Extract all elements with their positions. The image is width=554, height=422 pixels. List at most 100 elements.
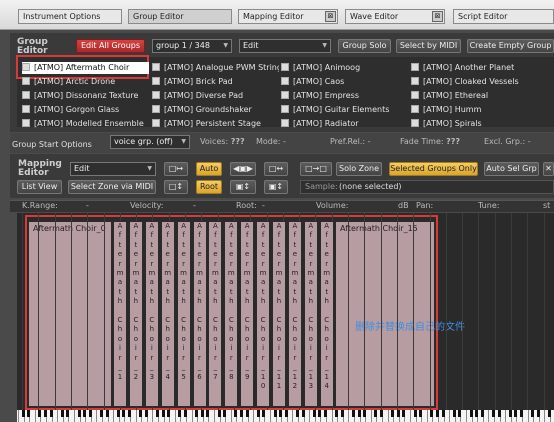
black-key[interactable] [363,410,367,417]
zone-strip[interactable]: Aftermath Ch o i r _ 1 1 [272,221,286,407]
black-key[interactable] [318,410,322,417]
checkbox[interactable] [22,91,30,99]
velocity-spread-icon[interactable]: □↕ [164,180,188,194]
black-key[interactable] [223,410,227,417]
close-icon[interactable]: ⊠ [432,11,443,22]
list-view-button[interactable]: List View [17,180,62,194]
black-key[interactable] [413,410,417,417]
checkbox[interactable] [22,63,30,71]
group-item[interactable]: [ATMO] Spirals [411,118,554,130]
black-key[interactable] [357,410,361,417]
black-key[interactable] [38,410,42,417]
checkbox[interactable] [22,119,30,127]
black-key[interactable] [77,410,81,417]
group-item[interactable]: [ATMO] Brick Pad [152,76,279,88]
group-select-dropdown[interactable]: group 1 / 348 [152,39,232,53]
close-icon[interactable]: ✕ [543,162,554,176]
black-key[interactable] [475,410,479,417]
group-item[interactable]: [ATMO] Ethereal [411,90,554,102]
selected-groups-only-button[interactable]: Selected Groups Only [389,162,478,176]
black-key[interactable] [296,410,299,417]
tab-script-editor[interactable]: Script Editor [453,9,554,24]
black-key[interactable] [200,410,204,417]
move-horizontal-icon[interactable]: ◀▣▶ [230,162,256,176]
checkbox[interactable] [281,105,289,113]
zone-link-icon[interactable]: □→□ [300,162,332,176]
checkbox[interactable] [281,119,289,127]
black-key[interactable] [144,410,148,417]
checkbox[interactable] [281,63,289,71]
black-key[interactable] [217,410,221,417]
black-key[interactable] [206,410,210,417]
black-key[interactable] [402,410,406,417]
black-key[interactable] [245,410,249,417]
black-key[interactable] [492,410,495,417]
tab-group-editor[interactable]: Group Editor [128,9,232,24]
group-item[interactable]: [ATMO] Radiator [281,118,408,130]
black-key[interactable] [531,410,535,417]
tab-wave-editor[interactable]: Wave Editor ⊠ [345,9,445,24]
black-key[interactable] [88,410,92,417]
zone-strip[interactable]: Aftermath Ch o i r _ 1 [113,221,127,407]
black-key[interactable] [396,410,400,417]
black-key[interactable] [374,410,378,417]
zone-strip[interactable]: Aftermath Ch o i r _ 1 2 [287,221,302,407]
black-key[interactable] [312,410,316,417]
black-key[interactable] [391,410,395,417]
black-key[interactable] [352,410,355,417]
zone-strip[interactable]: Aftermath Ch o i r _ 1 3 [303,221,318,407]
group-item[interactable]: [ATMO] Aftermath Choir [22,62,149,74]
black-key[interactable] [44,410,47,417]
black-key[interactable] [480,410,484,417]
black-key[interactable] [262,410,266,417]
group-item[interactable]: [ATMO] Analogue PWM String [152,62,279,74]
solo-zone-button[interactable]: Solo Zone [336,162,382,176]
close-icon[interactable]: ⊠ [325,11,336,22]
black-key[interactable] [469,410,473,417]
zone-strip[interactable]: Aftermath Ch o i r _ 7 [208,221,223,407]
group-item[interactable]: [ATMO] Modelled Ensemble [22,118,149,130]
black-key[interactable] [240,410,243,417]
black-key[interactable] [324,410,327,417]
checkbox[interactable] [152,105,160,113]
black-key[interactable] [548,410,551,417]
black-key[interactable] [178,410,182,417]
expand-vertical-icon[interactable]: ▣↕ [264,180,288,194]
black-key[interactable] [458,410,462,417]
root-button[interactable]: Root [196,180,222,194]
checkbox[interactable] [411,91,419,99]
group-item[interactable]: [ATMO] Animoog [281,62,408,74]
black-key[interactable] [139,410,143,417]
group-item[interactable]: [ATMO] Arctic Drone [22,76,149,88]
checkbox[interactable] [152,77,160,85]
group-item[interactable]: [ATMO] Groundshaker [152,104,279,116]
group-item[interactable]: [ATMO] Cloaked Vessels [411,76,554,88]
checkbox[interactable] [152,91,160,99]
zone-strip[interactable]: Aftermath Ch o i r _ 3 [144,221,159,407]
zone-strip[interactable]: Aftermath Ch o i r _ 2 [128,221,143,407]
group-item[interactable]: [ATMO] Dissonanz Texture [22,90,149,102]
zone-strip[interactable]: Aftermath Ch o i r _ 6 [192,221,207,407]
group-solo-button[interactable]: Group Solo [338,39,391,53]
black-key[interactable] [105,410,109,417]
zone-strip[interactable]: Aftermath Ch o i r _ 4 [160,221,175,407]
auto-sel-grp-button[interactable]: Auto Sel Grp [484,162,539,176]
black-key[interactable] [273,410,277,417]
checkbox[interactable] [22,77,30,85]
black-key[interactable] [66,410,70,417]
black-key[interactable] [256,410,260,417]
black-key[interactable] [508,410,512,417]
mapping-edit-dropdown[interactable]: Edit [70,162,156,176]
black-key[interactable] [161,410,165,417]
black-key[interactable] [335,410,339,417]
checkbox[interactable] [281,91,289,99]
checkbox[interactable] [152,119,160,127]
black-key[interactable] [83,410,87,417]
group-item[interactable]: [ATMO] Empress [281,90,408,102]
black-key[interactable] [116,410,120,417]
checkbox[interactable] [281,77,289,85]
select-zone-via-midi-button[interactable]: Select Zone via MIDI [68,180,156,194]
black-key[interactable] [27,410,31,417]
move-vertical-icon[interactable]: ▣↕ [230,180,256,194]
group-item[interactable]: [ATMO] Another Planet [411,62,554,74]
